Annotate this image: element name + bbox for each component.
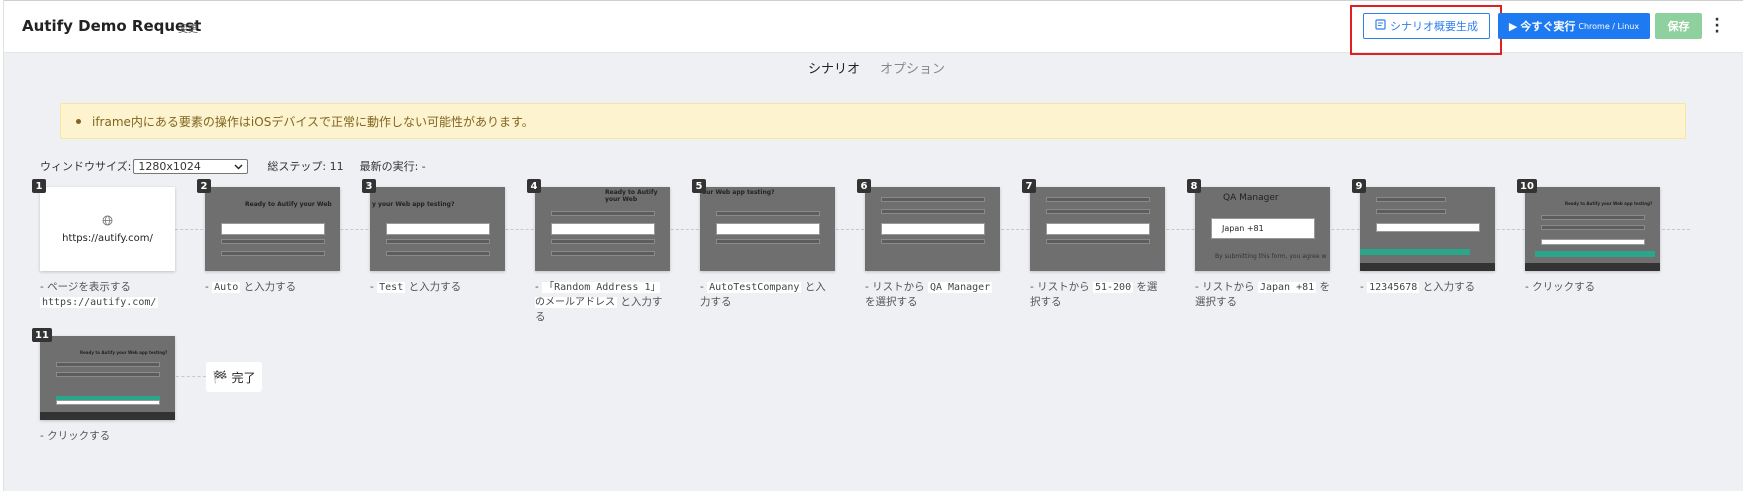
more-menu-icon[interactable]: · · · [1712, 13, 1722, 39]
scenario-meta-row: ウィンドウサイズ: 1280x1024 総ステップ: 11 最新の実行: - [40, 158, 426, 174]
step-number: 1 [32, 179, 46, 193]
last-run: 最新の実行: - [359, 160, 426, 173]
finish-badge: 🏁 完了 [206, 362, 262, 392]
step-number: 8 [1187, 179, 1201, 193]
step-thumbnail[interactable] [1360, 187, 1495, 271]
step-thumbnail[interactable]: Ready to Autify your Web [535, 187, 670, 271]
run-environment-label: Chrome / Linux [1578, 21, 1640, 31]
step-thumbnail[interactable]: https://autify.com/ [40, 187, 175, 271]
step-thumbnail[interactable] [865, 187, 1000, 271]
step-description: - クリックする [40, 430, 111, 442]
step-thumbnail[interactable]: Ready to Autify your Web app testing? [40, 336, 175, 420]
play-icon: ▶ [1508, 19, 1518, 33]
step-number: 10 [1517, 179, 1537, 193]
total-steps: 総ステップ: 11 [267, 160, 344, 173]
step-thumbnail[interactable]: y your Web app testing? [370, 187, 505, 271]
tab-scenario[interactable]: シナリオ [808, 58, 860, 77]
step-description: - クリックする [1525, 281, 1596, 293]
chevron-down-icon [234, 160, 243, 173]
step-number: 5 [692, 179, 706, 193]
globe-icon [102, 215, 113, 229]
step-description: - Auto と入力する [205, 281, 297, 293]
ios-warning-banner: iframe内にある要素の操作はiOSデバイスで正常に動作しない可能性があります… [60, 103, 1686, 139]
finish-label: 完了 [231, 370, 256, 385]
step-number: 6 [857, 179, 871, 193]
step-description: - リストから QA Manager を選択する [865, 281, 993, 308]
step-4[interactable]: 4 Ready to Autify your Web - 「Random Add… [527, 179, 670, 325]
window-size-label: ウィンドウサイズ: [40, 160, 132, 173]
step-number: 9 [1352, 179, 1366, 193]
thumbnail-url: https://autify.com/ [62, 232, 153, 244]
step-description: - 「Random Address 1」のメールアドレス と入力する [535, 281, 663, 323]
step-5[interactable]: 5 our Web app testing? - AutoTestCompany… [692, 179, 835, 310]
step-8[interactable]: 8 QA Manager Japan +81 By submitting thi… [1187, 179, 1330, 310]
change-title-link[interactable]: 変更 [178, 20, 198, 35]
step-number: 11 [32, 328, 52, 342]
step-7[interactable]: 7 - リストから 51-200 を選択する [1022, 179, 1165, 310]
step-description: - ページを表示する https://autify.com/ [40, 281, 159, 308]
highlight-box [1350, 5, 1502, 55]
step-description: - リストから 51-200 を選択する [1030, 281, 1158, 308]
step-description: - 12345678 と入力する [1360, 281, 1476, 293]
step-1[interactable]: 1 https://autify.com/ - ページを表示する https:/… [32, 179, 175, 310]
step-10[interactable]: 10 Ready to Autify your Web app testing?… [1517, 179, 1660, 295]
step-number: 7 [1022, 179, 1036, 193]
bullet-icon [76, 118, 81, 124]
step-3[interactable]: 3 y your Web app testing? - Test と入力する [362, 179, 505, 295]
step-thumbnail[interactable]: our Web app testing? [700, 187, 835, 271]
step-number: 3 [362, 179, 376, 193]
step-number: 4 [527, 179, 541, 193]
step-connector-end [176, 376, 206, 377]
step-thumbnail[interactable]: QA Manager Japan +81 By submitting this … [1195, 187, 1330, 271]
scenario-title: Autify Demo Request [22, 17, 202, 35]
window-size-select[interactable]: 1280x1024 [133, 158, 249, 174]
window-size-value: 1280x1024 [138, 159, 201, 173]
run-now-button[interactable]: ▶ 今すぐ実行 Chrome / Linux [1498, 13, 1650, 39]
save-button[interactable]: 保存 [1655, 13, 1702, 39]
step-thumbnail[interactable]: Ready to Autify your Web app testing? [1525, 187, 1660, 271]
left-edge [0, 0, 4, 491]
step-thumbnail[interactable] [1030, 187, 1165, 271]
run-now-label: 今すぐ実行 [1520, 20, 1576, 33]
step-9[interactable]: 9 - 12345678 と入力する [1352, 179, 1495, 295]
step-description: - Test と入力する [370, 281, 462, 293]
step-11[interactable]: 11 Ready to Autify your Web app testing?… [32, 328, 175, 444]
step-description: - AutoTestCompany と入力する [700, 281, 826, 308]
finish-flag-icon: 🏁 [212, 370, 228, 384]
step-thumbnail[interactable]: Ready to Autify your Web [205, 187, 340, 271]
step-6[interactable]: 6 - リストから QA Manager を選択する [857, 179, 1000, 310]
step-number: 2 [197, 179, 211, 193]
tab-options[interactable]: オプション [880, 58, 945, 77]
step-2[interactable]: 2 Ready to Autify your Web - Auto と入力する [197, 179, 340, 295]
warning-text: iframe内にある要素の操作はiOSデバイスで正常に動作しない可能性があります… [92, 114, 534, 129]
step-description: - リストから Japan +81 を選択する [1195, 281, 1330, 308]
